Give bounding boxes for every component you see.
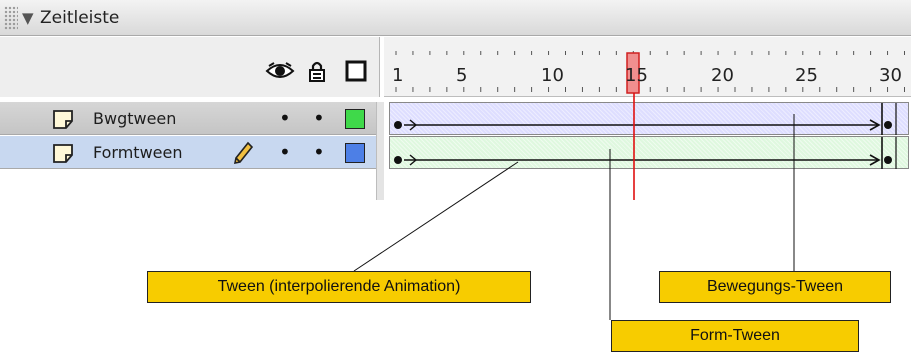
start-keyframe	[394, 156, 402, 164]
leader-line-tween	[353, 161, 519, 272]
end-keyframe	[884, 156, 892, 164]
callout-shape-tween: Form-Tween	[611, 320, 859, 352]
callout-motion-tween: Bewegungs-Tween	[659, 271, 891, 303]
callout-tween: Tween (interpolierende Animation)	[147, 271, 531, 303]
start-keyframe	[394, 121, 402, 129]
end-keyframe	[884, 121, 892, 129]
